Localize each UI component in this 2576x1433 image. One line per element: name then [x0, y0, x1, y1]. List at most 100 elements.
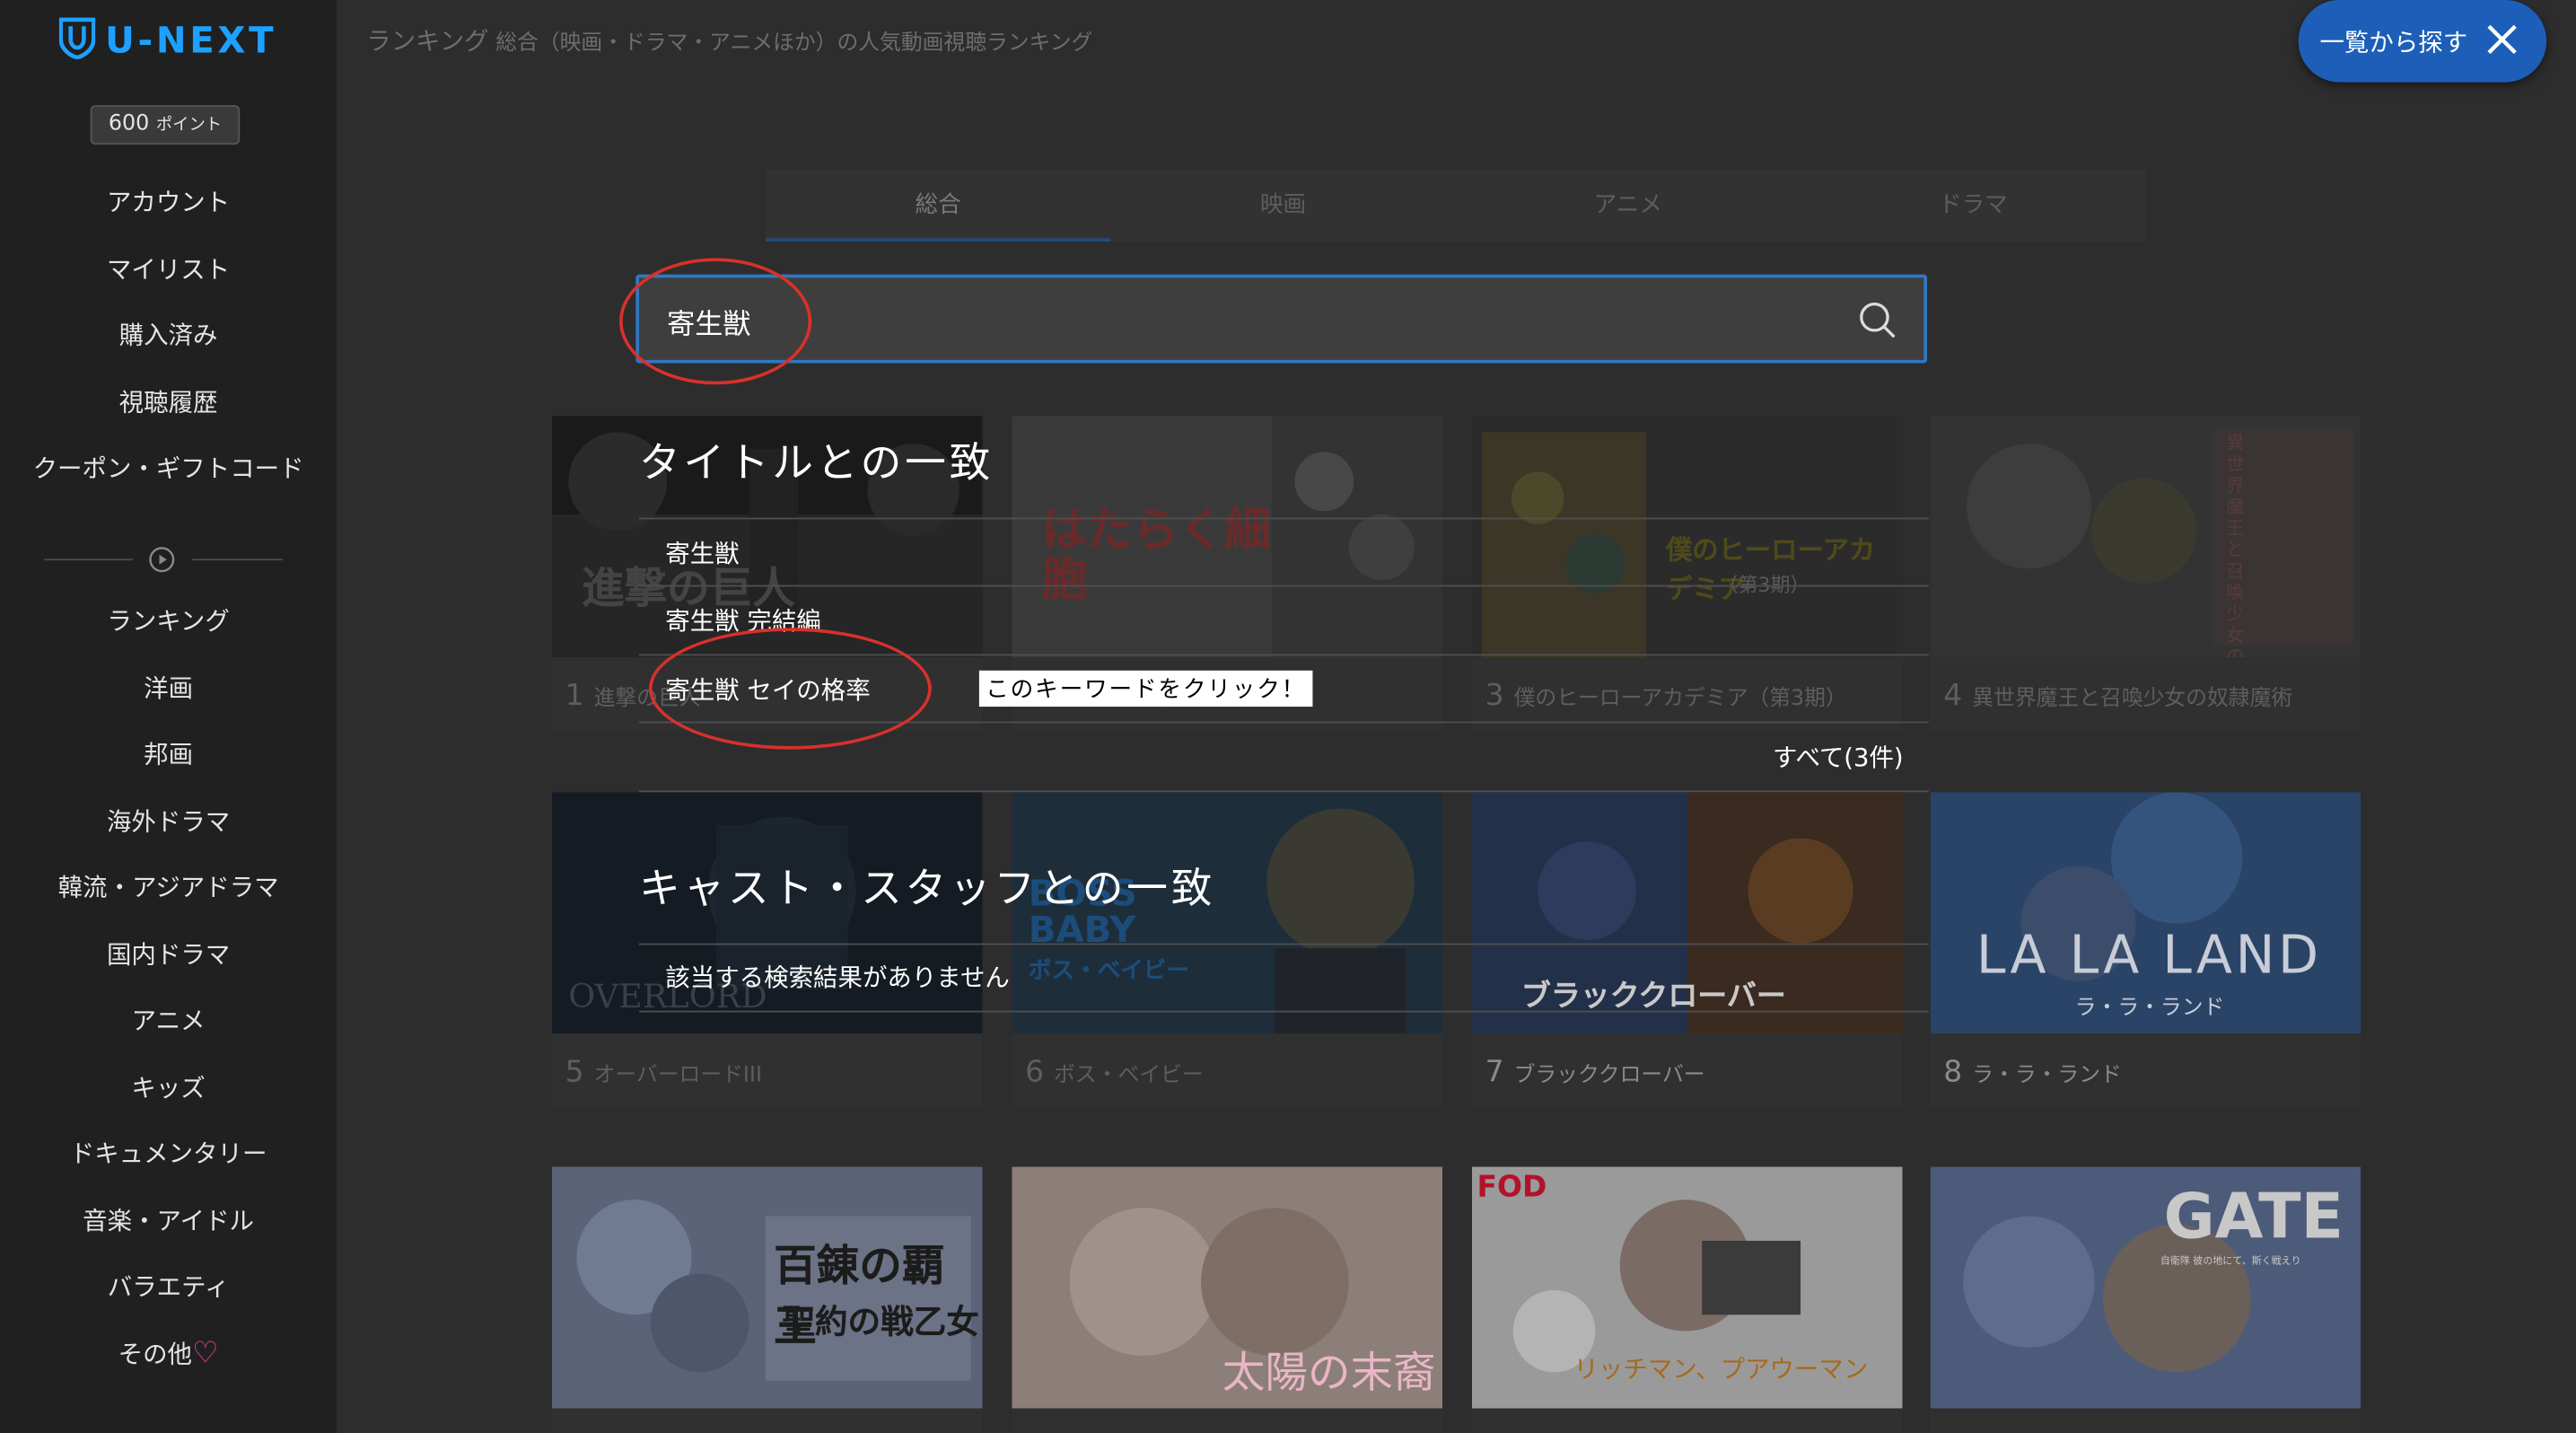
menu-item-domestic-drama[interactable]: 国内ドラマ [0, 921, 337, 988]
heart-icon: ♡ [192, 1335, 219, 1370]
tab-overall[interactable]: 総合 [765, 170, 1111, 242]
divider [639, 517, 1929, 520]
suggestion-item-1[interactable]: 寄生獣 [665, 536, 739, 570]
rank-1: 1 [565, 678, 584, 714]
ranking-card-5[interactable]: OVERLORD 5 オーバーロードIII [551, 792, 983, 1108]
tab-drama[interactable]: ドラマ [1801, 170, 2145, 242]
account-menu: アカウント マイリスト 購入済み 視聴履歴 クーポン・ギフトコード [0, 170, 337, 503]
thumbnail-12-text-a: GATE [2163, 1180, 2344, 1253]
thumbnail-3: 僕のヒーローアカデミア （第3期） [1471, 416, 1903, 658]
divider [639, 943, 1929, 945]
thumbnail-4: 異世界魔王と召喚少女の奴隷魔術 [1930, 416, 2361, 658]
rank-3: 3 [1485, 678, 1504, 714]
browse-list-label: 一覧から探す [2319, 27, 2468, 57]
menu-item-music-idol[interactable]: 音楽・アイドル [0, 1187, 337, 1253]
annotation-circle-suggestion [648, 628, 932, 750]
search-icon[interactable] [1858, 301, 1897, 347]
card-title-7: ブラッククローバー [1513, 1063, 1705, 1088]
thumbnail-8-text-a: LA LA LAND [1976, 923, 2322, 987]
annotation-circle-search [619, 258, 812, 385]
card-title-5: オーバーロードIII [593, 1063, 762, 1088]
close-icon[interactable] [2485, 23, 2519, 63]
ranking-card-12[interactable]: GATE 自衛隊 彼の地にて、斯く戦えり [1930, 1166, 2361, 1433]
card-caption-3: 3 僕のヒーローアカデミア（第3期） [1485, 679, 1847, 713]
shield-logo-icon [58, 16, 96, 66]
divider-right [192, 558, 283, 561]
menu-item-western-movies[interactable]: 洋画 [0, 655, 337, 721]
breadcrumb-main[interactable]: ランキング [366, 26, 488, 56]
tab-anime[interactable]: アニメ [1456, 170, 1801, 242]
see-all-link[interactable]: すべて(3件) [1773, 740, 1904, 774]
thumbnail-2-text: はたらく細胞 [1041, 503, 1271, 607]
card-title-8: ラ・ラ・ランド [1972, 1063, 2122, 1088]
ranking-card-10[interactable]: 太陽の末裔 [1012, 1166, 1443, 1433]
card-caption-6: 6 ボス・ベイビー [1025, 1055, 1204, 1089]
cast-match-heading: キャスト・スタッフとの一致 [639, 864, 1216, 912]
thumbnail-9: 百錬の覇王 聖約の戦乙女 [551, 1166, 983, 1409]
ranking-card-8[interactable]: LA LA LAND ラ・ラ・ランド 8 ラ・ラ・ランド [1930, 792, 2361, 1108]
ranking-card-3[interactable]: 僕のヒーローアカデミア （第3期） 3 僕のヒーローアカデミア（第3期） [1471, 416, 1903, 732]
menu-item-documentary[interactable]: ドキュメンタリー [0, 1121, 337, 1187]
thumbnail-6-text-c: ボス・ベイビー [1028, 958, 1190, 985]
thumbnail-8: LA LA LAND ラ・ラ・ランド [1930, 792, 2361, 1034]
menu-item-variety[interactable]: バラエティ [0, 1254, 337, 1321]
thumbnail-11-text-a: FOD [1476, 1170, 1547, 1205]
ranking-card-6[interactable]: BOSS BABY ボス・ベイビー 6 ボス・ベイビー [1012, 792, 1443, 1108]
menu-item-other[interactable]: その他♡ [0, 1321, 337, 1387]
thumbnail-2: はたらく細胞 [1012, 416, 1443, 658]
play-circle-icon [148, 546, 176, 580]
ranking-card-9[interactable]: 百錬の覇王 聖約の戦乙女 [551, 1166, 983, 1433]
title-match-heading: タイトルとの一致 [639, 438, 994, 487]
menu-item-account[interactable]: アカウント [0, 170, 337, 236]
menu-item-mylist[interactable]: マイリスト [0, 236, 337, 303]
points-value: 600 [108, 111, 150, 136]
menu-item-purchased[interactable]: 購入済み [0, 303, 337, 369]
ranking-card-11[interactable]: FOD リッチマン、プアウーマン [1471, 1166, 1903, 1433]
annotation-tip: このキーワードをクリック！ [978, 670, 1313, 708]
thumbnail-11: FOD リッチマン、プアウーマン [1471, 1166, 1903, 1409]
rank-6: 6 [1025, 1055, 1045, 1090]
rank-8: 8 [1943, 1055, 1963, 1090]
ranking-tabs: 総合 映画 アニメ ドラマ [765, 169, 2146, 242]
thumbnail-10-text: 太陽の末裔 [1222, 1349, 1436, 1399]
thumbnail-8-text-b: ラ・ラ・ランド [2074, 996, 2225, 1021]
rank-5: 5 [565, 1055, 584, 1090]
divider-left [44, 558, 134, 561]
menu-item-asian-drama[interactable]: 韓流・アジアドラマ [0, 855, 337, 921]
menu-item-coupon[interactable]: クーポン・ギフトコード [0, 435, 337, 502]
search-box [635, 274, 1928, 364]
search-input[interactable] [667, 300, 1818, 340]
thumbnail-10: 太陽の末裔 [1012, 1166, 1443, 1409]
thumbnail-7: ブラッククローバー [1471, 792, 1903, 1034]
divider [639, 790, 1929, 793]
thumbnail-6-text-b: BABY [1028, 910, 1136, 952]
card-title-4: 異世界魔王と召喚少女の奴隷魔術 [1972, 687, 2293, 712]
menu-item-anime[interactable]: アニメ [0, 988, 337, 1054]
thumbnail-4-text: 異世界魔王と召喚少女の奴隷魔術 [2226, 432, 2245, 658]
card-caption-8: 8 ラ・ラ・ランド [1943, 1055, 2122, 1089]
tab-movies[interactable]: 映画 [1110, 170, 1455, 242]
thumbnail-9-text-b: 聖約の戦乙女 [782, 1301, 979, 1341]
thumbnail-7-text: ブラッククローバー [1520, 979, 1786, 1015]
no-results-message: 該当する検索結果がありません [665, 963, 1010, 993]
points-unit: ポイント [155, 116, 223, 136]
rank-7: 7 [1485, 1055, 1504, 1090]
logo[interactable]: U-NEXT [58, 16, 277, 66]
menu-item-kids[interactable]: キッズ [0, 1054, 337, 1121]
rank-4: 4 [1943, 678, 1963, 714]
menu-item-ranking[interactable]: ランキング [0, 588, 337, 655]
menu-item-foreign-drama[interactable]: 海外ドラマ [0, 788, 337, 855]
browse-list-button[interactable]: 一覧から探す [2298, 0, 2547, 83]
menu-item-history[interactable]: 視聴履歴 [0, 369, 337, 435]
card-title-6: ボス・ベイビー [1054, 1063, 1204, 1088]
card-caption-7: 7 ブラッククローバー [1485, 1055, 1705, 1089]
genre-menu: ランキング 洋画 邦画 海外ドラマ 韓流・アジアドラマ 国内ドラマ アニメ キッ… [0, 588, 337, 1387]
ranking-card-7[interactable]: ブラッククローバー 7 ブラッククローバー [1471, 792, 1903, 1108]
ranking-card-4[interactable]: 異世界魔王と召喚少女の奴隷魔術 4 異世界魔王と召喚少女の奴隷魔術 [1930, 416, 2361, 732]
logo-text: U-NEXT [105, 20, 277, 62]
card-caption-4: 4 異世界魔王と召喚少女の奴隷魔術 [1943, 679, 2292, 713]
thumbnail-12-text-b: 自衛隊 彼の地にて、斯く戦えり [2160, 1255, 2301, 1268]
points-badge[interactable]: 600 ポイント [90, 105, 241, 145]
menu-item-japanese-movies[interactable]: 邦画 [0, 722, 337, 788]
thumbnail-12: GATE 自衛隊 彼の地にて、斯く戦えり [1930, 1166, 2361, 1409]
